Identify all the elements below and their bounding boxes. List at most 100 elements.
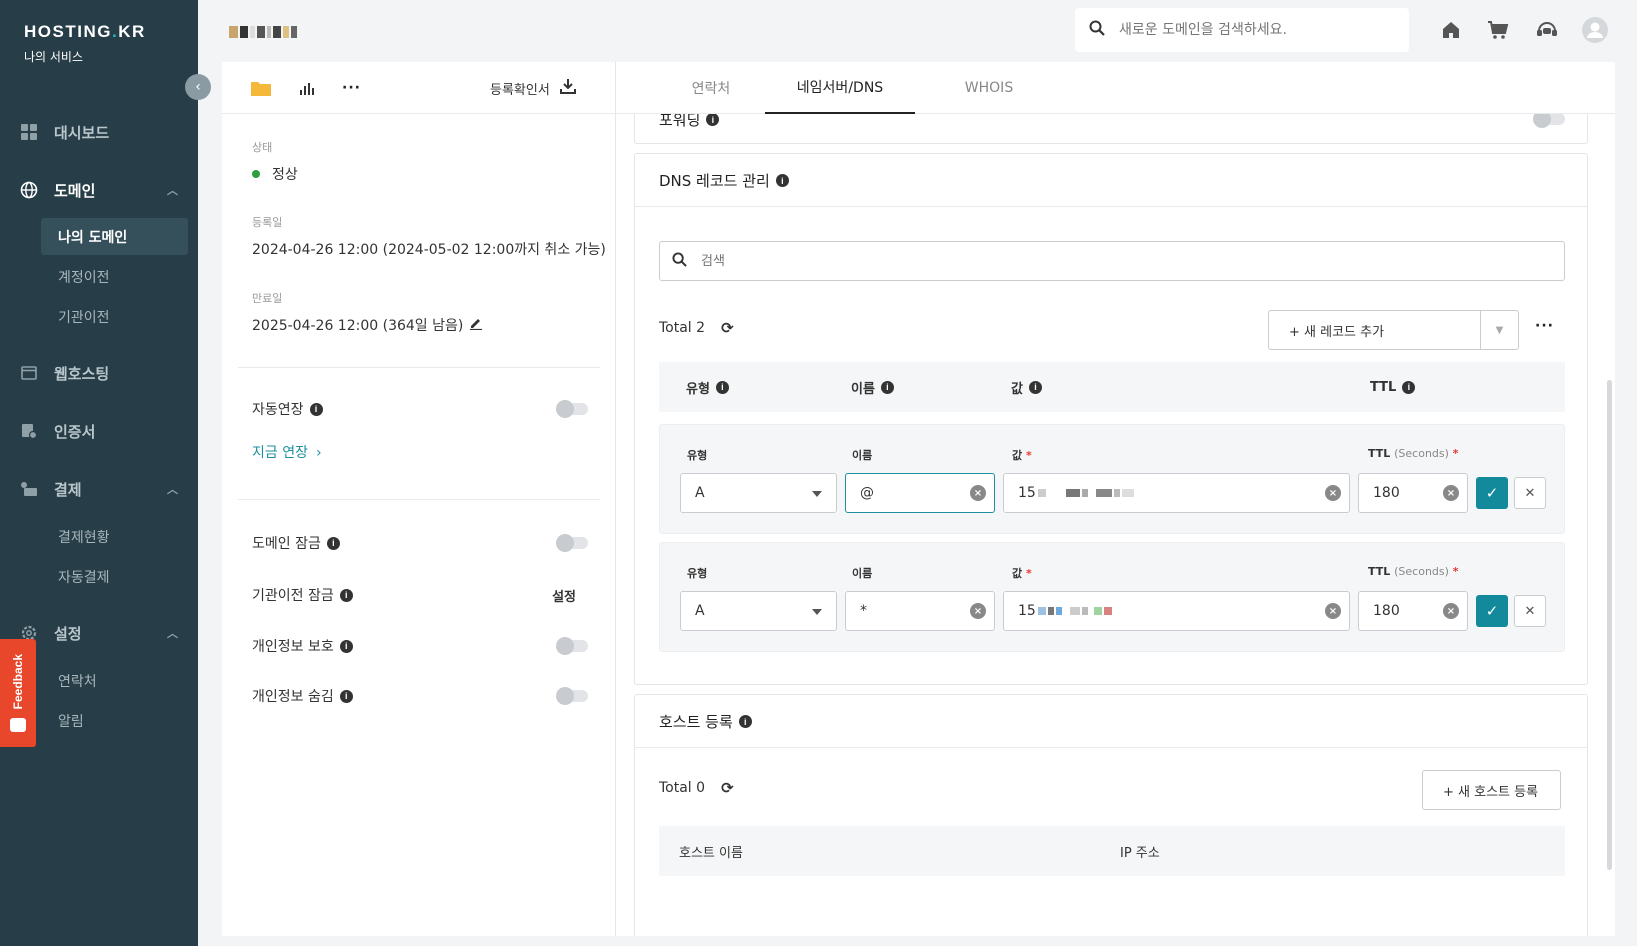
masked-domain-logo	[229, 24, 298, 40]
cancel-record-button[interactable]: ✕	[1514, 477, 1546, 509]
info-icon[interactable]: i	[706, 113, 720, 126]
cart-icon[interactable]	[1484, 16, 1512, 44]
nav-auto-payment[interactable]: 자동결제	[41, 558, 188, 595]
nav-contacts[interactable]: 연락처	[41, 662, 188, 699]
record-type-select[interactable]: A	[680, 591, 837, 631]
check-icon: ✓	[1485, 484, 1499, 502]
brand-logo[interactable]: HOSTING.KR	[24, 22, 146, 42]
domain-search-input[interactable]	[1119, 22, 1359, 38]
domain-search-bar[interactable]	[1075, 8, 1409, 52]
folder-icon[interactable]	[250, 76, 272, 100]
registration-certificate-label: 등록확인서	[490, 82, 550, 98]
clear-icon[interactable]: ×	[1443, 485, 1459, 501]
record-value-input[interactable]: 15 ×	[1003, 591, 1350, 631]
info-icon[interactable]: i	[339, 639, 353, 653]
status-label: 상태	[252, 141, 273, 154]
window-icon	[20, 364, 38, 382]
record-value-input[interactable]: 15 ×	[1003, 473, 1350, 513]
clear-icon[interactable]: ×	[1325, 485, 1341, 501]
confirm-record-button[interactable]: ✓	[1476, 477, 1508, 509]
info-icon[interactable]: i	[339, 689, 353, 703]
nav-dashboard[interactable]: 대시보드	[0, 112, 198, 152]
domain-lock-toggle[interactable]	[556, 534, 588, 552]
host-registration-title: 호스트 등록 i	[659, 711, 752, 732]
nav-web-hosting[interactable]: 웹호스팅	[0, 353, 198, 393]
privacy-hide-toggle[interactable]	[556, 687, 588, 705]
registration-certificate-button[interactable]: 등록확인서	[490, 76, 576, 100]
add-record-button[interactable]: + 새 레코드 추가 ▼	[1268, 310, 1519, 350]
record-type-select[interactable]: A	[680, 473, 837, 513]
registrar-lock-settings-button[interactable]: 설정	[552, 586, 576, 605]
nav-registrar-transfer[interactable]: 기관이전	[41, 298, 188, 335]
info-icon[interactable]: i	[309, 402, 323, 416]
nav-my-domain[interactable]: 나의 도메인	[41, 218, 188, 255]
dns-records-title: DNS 레코드 관리 i	[659, 170, 789, 191]
clear-icon[interactable]: ×	[1443, 603, 1459, 619]
info-icon[interactable]: i	[715, 380, 729, 394]
auto-renew-label: 자동연장	[252, 402, 304, 418]
dns-search-box[interactable]	[659, 241, 1565, 281]
tab-nameserver-dns[interactable]: 네임서버/DNS	[765, 62, 915, 114]
dns-total-text: Total 2	[659, 320, 706, 336]
edit-icon[interactable]	[469, 316, 483, 334]
add-record-label: + 새 레코드 추가	[1289, 324, 1385, 340]
clear-icon[interactable]: ×	[970, 603, 986, 619]
nav-payment[interactable]: 결제 ︿	[0, 469, 198, 509]
column-ttl: TTL i	[1370, 362, 1416, 412]
clear-icon[interactable]: ×	[1325, 603, 1341, 619]
chevron-down-icon[interactable]: ▼	[1480, 311, 1518, 349]
info-icon[interactable]: i	[775, 174, 789, 187]
renew-now-link[interactable]: 지금 연장 ›	[252, 442, 322, 462]
nav-payment-status[interactable]: 결제현황	[41, 518, 188, 555]
refresh-icon[interactable]: ⟳	[721, 319, 734, 337]
support-icon[interactable]	[1533, 16, 1561, 44]
more-icon[interactable]: ···	[1535, 318, 1554, 334]
auto-renew-toggle[interactable]	[556, 400, 588, 418]
divider	[635, 206, 1587, 207]
cancel-record-button[interactable]: ✕	[1514, 595, 1546, 627]
record-name-input[interactable]: @ ×	[845, 473, 995, 513]
home-icon[interactable]	[1437, 16, 1465, 44]
confirm-record-button[interactable]: ✓	[1476, 595, 1508, 627]
dns-search-input[interactable]	[701, 253, 1301, 269]
chevron-up-icon: ︿	[167, 184, 178, 197]
registrar-lock-row: 기관이전 잠금 i 설정	[252, 583, 588, 607]
info-icon[interactable]: i	[1402, 380, 1416, 394]
nav-domain[interactable]: 도메인 ︿	[0, 170, 198, 210]
sidebar-collapse-button[interactable]: ‹	[185, 74, 211, 100]
nav-alerts[interactable]: 알림	[41, 702, 188, 739]
clear-icon[interactable]: ×	[970, 485, 986, 501]
add-host-button[interactable]: + 새 호스트 등록	[1422, 770, 1561, 810]
divider	[238, 499, 600, 500]
feedback-button[interactable]: Feedback	[0, 639, 36, 747]
expiry-text: 2025-04-26 12:00 (364일 남음)	[252, 318, 464, 334]
record-ttl-input[interactable]: 180 ×	[1358, 591, 1468, 631]
info-icon[interactable]: i	[326, 536, 340, 550]
bar-chart-icon[interactable]	[299, 76, 315, 100]
avatar[interactable]	[1581, 16, 1609, 44]
nav-domain-label: 도메인	[54, 181, 96, 200]
record-name-input[interactable]: * ×	[845, 591, 995, 631]
info-icon[interactable]: i	[880, 380, 894, 394]
nav-certificate-label: 인증서	[54, 422, 96, 441]
tab-contact[interactable]: 연락처	[656, 62, 766, 114]
search-icon	[672, 251, 687, 271]
tab-whois[interactable]: WHOIS	[934, 62, 1044, 114]
scrollbar[interactable]	[1607, 380, 1612, 870]
privacy-protect-toggle[interactable]	[556, 637, 588, 655]
more-icon[interactable]: ···	[342, 76, 361, 100]
info-icon[interactable]: i	[339, 588, 353, 602]
nav-account-transfer[interactable]: 계정이전	[41, 258, 188, 295]
search-icon	[1089, 20, 1105, 40]
info-icon[interactable]: i	[738, 715, 752, 728]
forwarding-toggle[interactable]	[1533, 110, 1565, 128]
smile-icon	[10, 717, 26, 732]
field-label-name: 이름	[852, 449, 873, 462]
nav-payment-label: 결제	[54, 480, 82, 499]
record-ttl-input[interactable]: 180 ×	[1358, 473, 1468, 513]
nav-certificate[interactable]: 인증서	[0, 411, 198, 451]
info-icon[interactable]: i	[1028, 380, 1042, 394]
field-label-type: 유형	[687, 567, 708, 580]
globe-icon	[20, 181, 38, 199]
refresh-icon[interactable]: ⟳	[721, 779, 734, 797]
